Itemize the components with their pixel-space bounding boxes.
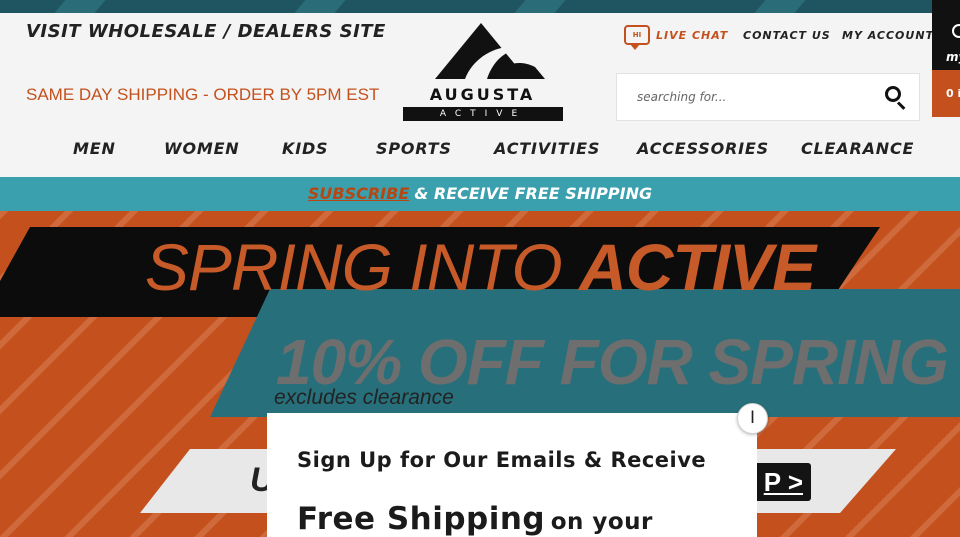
logo-subtitle: ACTIVE xyxy=(403,107,563,121)
nav-item-sports[interactable]: SPORTS xyxy=(376,139,452,158)
hero-exclusion-text: excludes clearance xyxy=(274,386,454,409)
augusta-active-logo[interactable]: AUGUSTA ACTIVE xyxy=(395,23,570,123)
search-icon-handle xyxy=(896,101,906,110)
modal-on-your: on your xyxy=(550,509,653,535)
logo-name: AUGUSTA xyxy=(429,85,536,104)
email-signup-modal: Sign Up for Our Emails & Receive Free Sh… xyxy=(267,413,757,537)
modal-heading: Sign Up for Our Emails & Receive xyxy=(297,448,707,472)
top-strip-stripe xyxy=(294,0,346,13)
search-button[interactable] xyxy=(879,82,909,112)
top-strip-stripe xyxy=(514,0,566,13)
modal-free-shipping: Free Shipping xyxy=(297,501,546,537)
modal-close-button[interactable]: I xyxy=(737,403,768,434)
main-nav: MEN WOMEN KIDS SPORTS ACTIVITIES ACCESSO… xyxy=(0,139,960,165)
nav-item-kids[interactable]: KIDS xyxy=(282,139,328,158)
top-strip-stripe xyxy=(754,0,806,13)
search-icon xyxy=(885,86,901,102)
mini-cart-panel[interactable]: my xyxy=(932,0,960,70)
nav-item-women[interactable]: WOMEN xyxy=(164,139,240,158)
subscribe-link[interactable]: SUBSCRIBE xyxy=(308,184,409,203)
logo-mark-icon xyxy=(435,23,545,79)
live-chat-link[interactable]: HI LIVE CHAT xyxy=(624,25,729,50)
hero-title-part1: SPRING INTO xyxy=(144,230,563,304)
nav-item-accessories[interactable]: ACCESSORIES xyxy=(637,139,769,158)
search-box xyxy=(616,73,920,121)
my-account-link[interactable]: MY ACCOUNT xyxy=(842,29,934,42)
contact-us-link[interactable]: CONTACT US xyxy=(743,29,831,42)
search-input[interactable] xyxy=(617,74,877,120)
hero-title: SPRING INTO ACTIVE xyxy=(0,229,960,305)
site-header: VISIT WHOLESALE / DEALERS SITE SAME DAY … xyxy=(0,0,960,177)
shipping-promo-text: SAME DAY SHIPPING - ORDER BY 5PM EST xyxy=(26,85,380,104)
hero-title-part2: ACTIVE xyxy=(579,230,816,304)
cart-count-badge[interactable]: 0 i xyxy=(932,70,960,117)
cart-label: my xyxy=(946,50,960,64)
subscribe-bar: SUBSCRIBE & RECEIVE FREE SHIPPING xyxy=(0,177,960,211)
nav-item-clearance[interactable]: CLEARANCE xyxy=(801,139,914,158)
subscribe-bar-text: & RECEIVE FREE SHIPPING xyxy=(414,184,653,203)
chat-bubble-icon: HI xyxy=(624,25,650,50)
top-strip-stripe xyxy=(54,0,106,13)
modal-subheading: Free Shipping on your xyxy=(297,501,653,537)
live-chat-label: LIVE CHAT xyxy=(656,28,729,42)
wholesale-site-link[interactable]: VISIT WHOLESALE / DEALERS SITE xyxy=(26,21,386,42)
top-strip xyxy=(0,0,960,13)
nav-item-activities[interactable]: ACTIVITIES xyxy=(494,139,600,158)
nav-item-men[interactable]: MEN xyxy=(73,139,116,158)
shop-button[interactable]: P > xyxy=(750,463,811,501)
cart-icon xyxy=(952,24,960,38)
